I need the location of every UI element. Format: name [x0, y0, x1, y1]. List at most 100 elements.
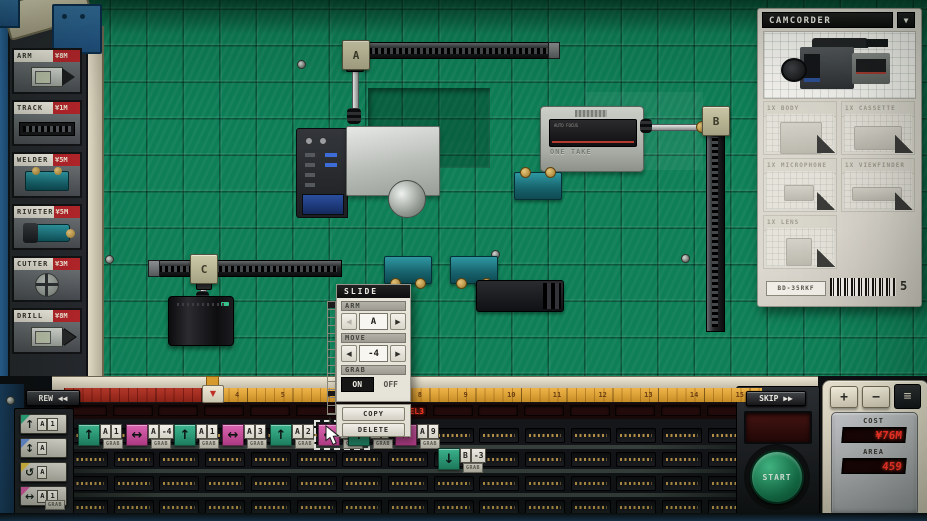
palette-item-green[interactable]: ↑A1 [20, 414, 67, 434]
timeline-socket[interactable] [479, 476, 519, 491]
arm-prev-button[interactable]: ◀ [341, 313, 357, 330]
timeline-socket[interactable] [662, 452, 702, 467]
move-decrease-button[interactable]: ◀ [341, 345, 357, 362]
welder-unit[interactable] [514, 172, 562, 200]
arm-a-label: A [353, 49, 360, 62]
playhead-icon: ▼ [210, 389, 216, 398]
palette-box-label: 1 [47, 418, 57, 431]
grab-off-toggle[interactable]: OFF [376, 377, 407, 392]
timeline-socket[interactable] [616, 452, 656, 467]
tool-image-well [14, 322, 80, 352]
instruction-chip[interactable]: ↑A2GRAB [270, 424, 314, 446]
ruler-number: 14 [690, 391, 698, 399]
popup-position-ruler[interactable] [327, 301, 336, 415]
timeline-socket[interactable] [616, 476, 656, 491]
tool-card-cutter[interactable]: CUTTER¥3M [12, 256, 82, 302]
playhead-marker[interactable]: ▼ [202, 385, 224, 403]
console-button [305, 163, 315, 167]
instruction-chip[interactable]: ↑A1GRAB [174, 424, 218, 446]
microphone-part[interactable] [476, 280, 564, 312]
menu-button[interactable]: ≡ [894, 384, 921, 409]
ruler-number: 15 [736, 391, 744, 399]
tool-name-label: ARM [14, 50, 53, 62]
timeline-socket[interactable] [114, 452, 154, 467]
tool-card-arm[interactable]: ARM¥8M [12, 48, 82, 94]
timeline-socket[interactable] [571, 452, 611, 467]
mouse-cursor [325, 425, 341, 446]
timeline-socket[interactable] [251, 452, 291, 467]
timeline-socket[interactable] [251, 476, 291, 491]
track-c-rail[interactable] [148, 260, 342, 277]
timeline-socket[interactable] [68, 452, 108, 467]
timeline-socket[interactable] [434, 476, 474, 491]
track-b-rail[interactable] [706, 132, 725, 332]
instruction-chip[interactable]: ↔A3GRAB [222, 424, 266, 446]
arm-c-slider[interactable]: C [190, 254, 218, 284]
metal-sphere-part[interactable] [388, 180, 426, 218]
rotate-part-button[interactable] [895, 135, 913, 153]
track-a-rail[interactable] [364, 42, 560, 59]
timeline-socket[interactable] [479, 428, 519, 443]
timeline-socket[interactable] [616, 428, 656, 443]
camera-lens-part[interactable] [168, 296, 234, 346]
rotate-part-button[interactable] [817, 135, 835, 153]
zoom-in-button[interactable]: + [830, 386, 858, 408]
one-take-cassette-deck[interactable]: AUTO FOCUS ONE TAKE [540, 106, 644, 172]
timeline-socket[interactable] [159, 476, 199, 491]
timeline-socket[interactable] [342, 476, 382, 491]
timeline-socket[interactable] [297, 476, 337, 491]
skip-button[interactable]: SKIP ▶▶ [746, 391, 806, 406]
timeline-socket[interactable] [68, 476, 108, 491]
timeline-socket[interactable] [114, 476, 154, 491]
chip-arm-label: A [196, 424, 207, 439]
timeline-socket[interactable] [388, 452, 428, 467]
timeline-socket[interactable] [342, 452, 382, 467]
arm-b-gripper [640, 119, 652, 133]
chip-green-arrow-block: ↑ [174, 424, 196, 446]
rotate-part-button[interactable] [817, 192, 835, 210]
copy-button[interactable]: COPY [342, 407, 405, 421]
arm-b-slider[interactable]: B [702, 106, 730, 136]
move-increase-button[interactable]: ▶ [390, 345, 406, 362]
instruction-chip[interactable]: ↔A-4GRAB [126, 424, 174, 446]
timeline-socket[interactable] [662, 476, 702, 491]
arm-next-button[interactable]: ▶ [390, 313, 406, 330]
timeline-socket[interactable] [525, 452, 565, 467]
delete-button[interactable]: DELETE [342, 423, 405, 437]
timeline-socket[interactable] [662, 428, 702, 443]
palette-item-yellow[interactable]: ↺A [20, 462, 67, 482]
timeline-led-display [250, 405, 290, 416]
timeline-socket[interactable] [388, 476, 428, 491]
instruction-chip[interactable]: ↓B-3GRAB [438, 448, 486, 470]
welder-unit[interactable] [384, 256, 432, 284]
timeline-socket[interactable] [571, 428, 611, 443]
start-button[interactable]: START [750, 450, 804, 504]
zoom-out-button[interactable]: − [862, 386, 890, 408]
tool-name-label: DRILL [14, 310, 53, 322]
timeline-socket[interactable] [205, 476, 245, 491]
instruction-chip[interactable]: ↑A1GRAB [78, 424, 122, 446]
product-dropdown-button[interactable]: ▼ [897, 12, 915, 28]
timeline-socket[interactable] [205, 452, 245, 467]
palette-item-pink[interactable]: ↔A1GRAB [20, 486, 67, 506]
timeline-socket[interactable] [297, 452, 337, 467]
tool-card-track[interactable]: TRACK¥1M [12, 100, 82, 146]
tool-price-tag: ¥8M [53, 50, 80, 62]
timeline-socket[interactable] [525, 428, 565, 443]
part-silhouette [780, 122, 822, 154]
rewind-button[interactable]: REW ◀◀ [26, 390, 80, 406]
tool-card-riveter[interactable]: RIVETER¥5M [12, 204, 82, 250]
timeline-led-row: EL3 [64, 403, 762, 419]
timeline-socket[interactable] [159, 452, 199, 467]
timeline-socket[interactable] [525, 476, 565, 491]
wall-screw [297, 60, 306, 69]
palette-item-blue[interactable]: ↕A [20, 438, 67, 458]
rotate-part-button[interactable] [895, 192, 913, 210]
rotate-part-button[interactable] [817, 249, 835, 267]
arm-a-slider[interactable]: A [342, 40, 370, 70]
grab-on-toggle[interactable]: ON [341, 377, 374, 392]
tool-card-drill[interactable]: DRILL¥8M [12, 308, 82, 354]
timeline-socket[interactable] [571, 476, 611, 491]
console-button [305, 153, 315, 157]
tool-card-welder[interactable]: WELDER¥5M [12, 152, 82, 198]
